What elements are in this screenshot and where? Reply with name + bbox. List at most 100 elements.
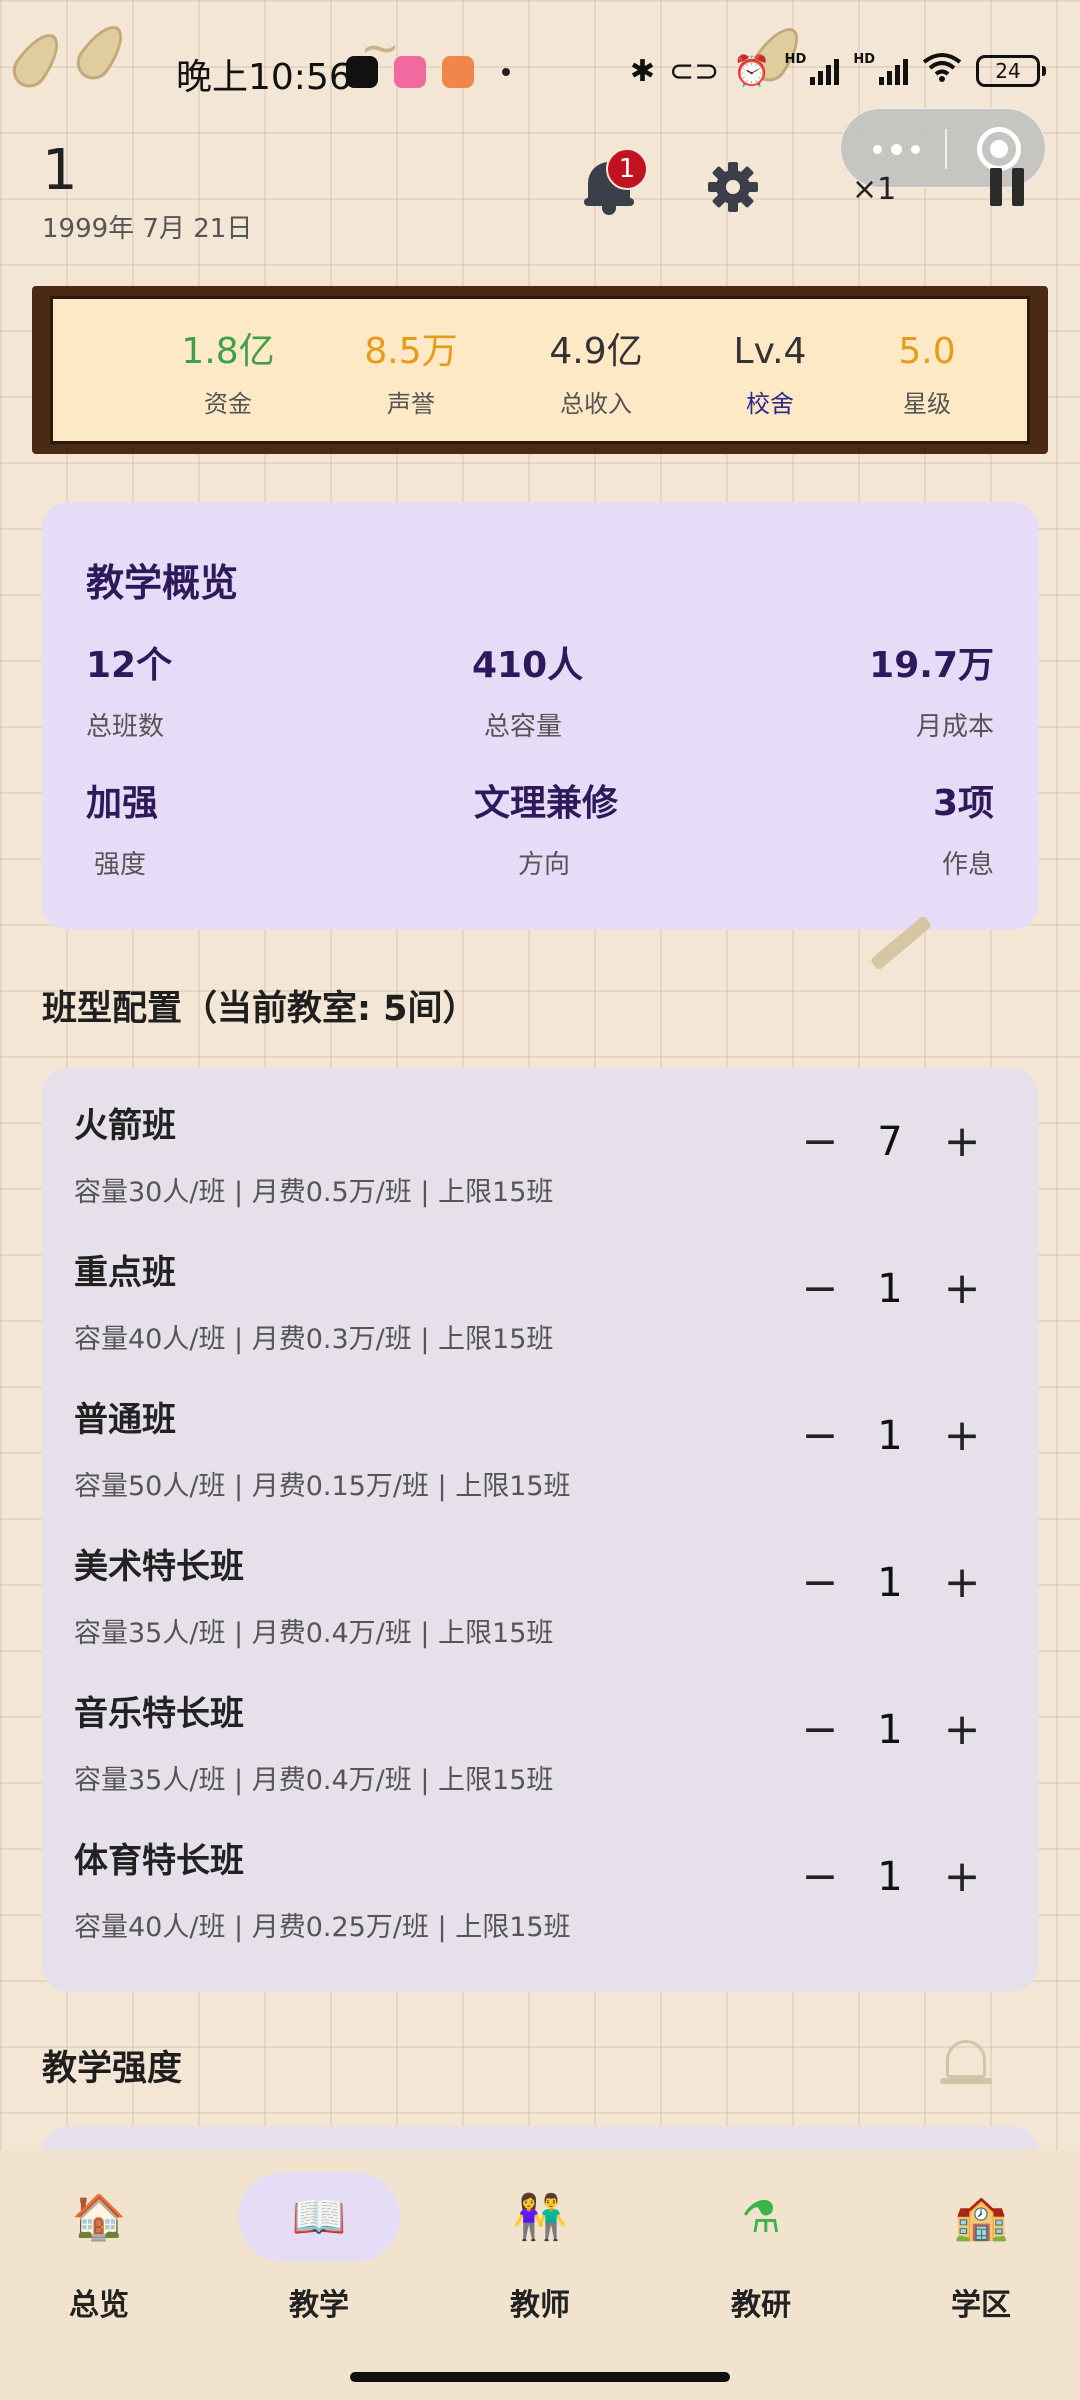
class-count: 1 [877,1707,903,1753]
app-notification-icon [346,56,378,88]
stat-campus-level[interactable]: Lv.4 校舍 [705,334,835,419]
direction-label: 方向 [518,850,571,880]
intensity-value: 加强 [86,783,159,824]
total-classes-label: 总班数 [86,712,165,742]
close-miniprogram-icon[interactable] [977,127,1021,171]
nav-overview[interactable]: 🏠 总览 [14,2172,184,2323]
decrease-button[interactable]: − [794,1410,846,1462]
increase-button[interactable]: + [936,1263,988,1315]
decrease-button[interactable]: − [794,1851,846,1903]
flask-icon: ⚗ [741,2192,781,2243]
schedule-label: 作息 [941,850,994,880]
decrease-button[interactable]: − [794,1557,846,1609]
class-name: 音乐特长班 [74,1694,244,1734]
stat-label: 声誉 [387,390,435,418]
hd-label: HD [784,51,807,67]
more-notifications-dot [502,68,510,76]
class-row-music: 音乐特长班 容量35人/班 | 月费0.4万/班 | 上限15班 − 1 + [42,1656,1038,1803]
nav-label: 教师 [510,2288,570,2323]
overview-title: 教学概览 [86,561,239,605]
stat-value: 4.9亿 [549,331,643,372]
class-count: 1 [877,1560,903,1606]
class-name: 美术特长班 [74,1547,244,1587]
schedule-value: 3项 [932,783,994,824]
campus-building-icon: 🏫 [953,2192,1009,2243]
class-desc: 容量35人/班 | 月费0.4万/班 | 上限15班 [74,1765,554,1796]
teaching-intensity-title: 教学强度 [42,2049,183,2089]
decrease-button[interactable]: − [794,1263,846,1315]
class-name: 体育特长班 [74,1841,244,1881]
total-classes-value: 12个 [86,645,173,686]
increase-button[interactable]: + [936,1557,988,1609]
stat-funds: 1.8亿 资金 [163,334,293,419]
monthly-cost-label: 月成本 [915,712,994,742]
class-desc: 容量35人/班 | 月费0.4万/班 | 上限15班 [74,1618,554,1649]
total-capacity-value: 410人 [472,645,584,686]
stat-value: 5.0 [898,331,956,372]
nav-label: 学区 [951,2288,1011,2323]
class-count: 1 [877,1413,903,1459]
class-count: 1 [877,1854,903,1900]
class-count: 7 [877,1119,903,1165]
class-row-regular: 普通班 容量50人/班 | 月费0.15万/班 | 上限15班 − 1 + [42,1362,1038,1509]
school-house-icon: 🏠 [71,2192,127,2243]
battery-level: 24 [995,59,1021,83]
class-desc: 容量40人/班 | 月费0.25万/班 | 上限15班 [74,1912,571,1943]
direction-value: 文理兼修 [474,783,619,824]
class-config-title: 班型配置（当前教室: 5间） [42,989,478,1029]
more-menu-icon[interactable] [873,144,920,155]
game-date: 1999年 7月 21日 [42,214,253,244]
signal-icon [810,57,840,85]
class-row-art: 美术特长班 容量35人/班 | 月费0.4万/班 | 上限15班 − 1 + [42,1509,1038,1656]
class-row-rocket: 火箭班 容量30人/班 | 月费0.5万/班 | 上限15班 − 7 + [42,1068,1038,1215]
bluetooth-icon: ✱ [629,53,656,89]
monthly-cost-value: 19.7万 [869,645,994,686]
stat-label: 总收入 [560,390,632,418]
total-capacity-label: 总容量 [484,712,563,742]
alarm-icon: ⏰ [733,53,771,89]
increase-button[interactable]: + [936,1704,988,1756]
increase-button[interactable]: + [936,1410,988,1462]
nav-label: 教研 [731,2288,791,2323]
stat-value: 1.8亿 [181,331,275,372]
app-notification-icon [394,56,426,88]
nav-district[interactable]: 🏫 学区 [896,2172,1066,2323]
open-book-icon: 📖 [291,2192,347,2243]
stat-label: 校舍 [746,390,794,418]
increase-button[interactable]: + [936,1851,988,1903]
notification-badge: 1 [606,148,648,190]
decrease-button[interactable]: − [794,1116,846,1168]
decrease-button[interactable]: − [794,1704,846,1756]
stat-label: 资金 [204,390,252,418]
nav-teachers[interactable]: 👫 教师 [455,2172,625,2323]
class-desc: 容量30人/班 | 月费0.5万/班 | 上限15班 [74,1177,554,1208]
nav-label: 总览 [69,2288,129,2323]
class-row-key: 重点班 容量40人/班 | 月费0.3万/班 | 上限15班 − 1 + [42,1215,1038,1362]
class-name: 重点班 [74,1253,176,1293]
pause-icon[interactable] [990,168,1026,206]
increase-button[interactable]: + [936,1116,988,1168]
app-notification-icon [442,56,474,88]
hd-label: HD [853,51,875,67]
class-desc: 容量50人/班 | 月费0.15万/班 | 上限15班 [74,1471,571,1502]
class-name: 普通班 [74,1400,176,1440]
signal-icon [879,57,908,85]
teaching-overview-card: 教学概览 12个 总班数 410人 总容量 19.7万 月成本 加强 强度 文理… [42,502,1038,930]
nav-research[interactable]: ⚗ 教研 [676,2172,846,2323]
stats-banner: 1.8亿 资金 8.5万 声誉 4.9亿 总收入 Lv.4 校舍 5.0 星级 [32,286,1048,454]
teachers-icon: 👫 [512,2192,568,2243]
stat-value: Lv.4 [733,331,807,372]
settings-gear-icon[interactable] [706,160,760,214]
game-speed-toggle[interactable]: ×1 [852,172,896,207]
school-name: 1 [42,138,78,203]
nav-teaching[interactable]: 📖 教学 [234,2172,404,2323]
battery-icon: 24 [976,55,1046,87]
class-config-list: 火箭班 容量30人/班 | 月费0.5万/班 | 上限15班 − 7 + 重点班… [42,1068,1038,1992]
stat-total-income: 4.9亿 总收入 [531,334,661,419]
home-indicator[interactable] [350,2372,730,2382]
stat-label: 星级 [903,390,951,418]
toggle-icon: ⊂⊃ [669,53,720,89]
bottom-nav: 🏠 总览 📖 教学 👫 教师 ⚗ 教研 🏫 学区 [0,2150,1080,2400]
intensity-label: 强度 [94,850,147,880]
status-time: 晚上10:56 [176,57,352,98]
